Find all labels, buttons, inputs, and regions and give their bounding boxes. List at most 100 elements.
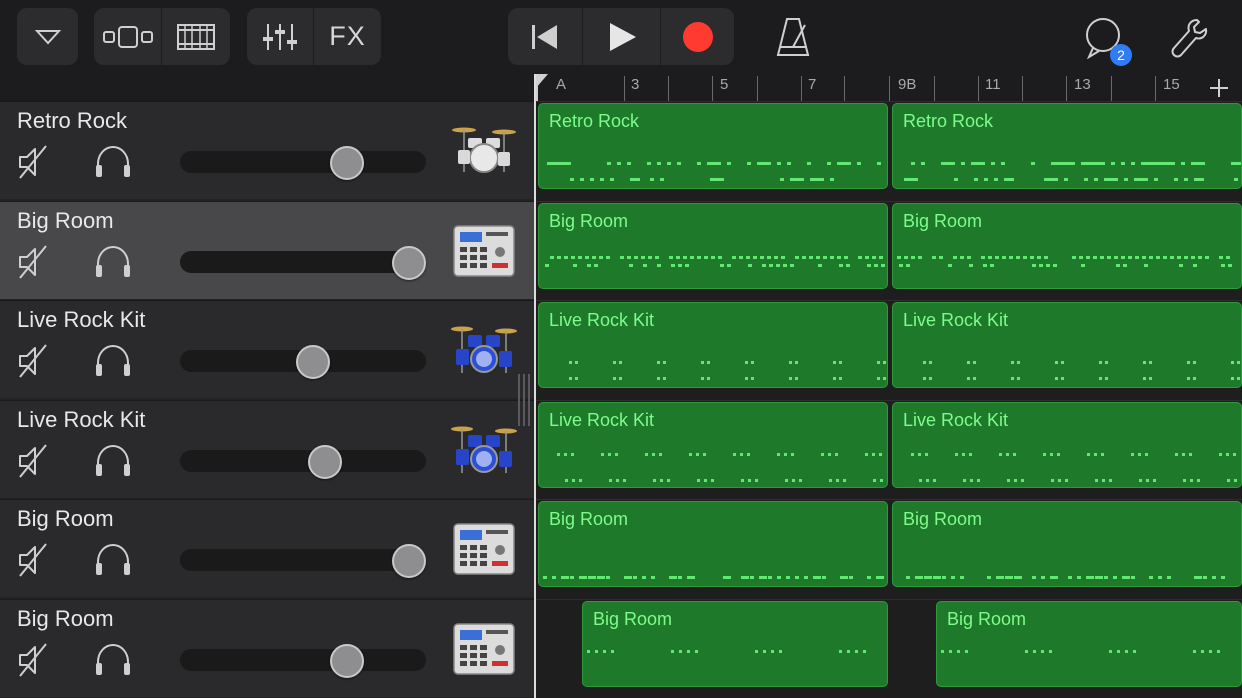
record-button[interactable]: [660, 8, 734, 65]
solo-button[interactable]: [94, 343, 132, 379]
region[interactable]: Big Room: [936, 601, 1242, 687]
track-lane[interactable]: Big Room Big Room: [536, 499, 1242, 597]
midi-note: [607, 162, 611, 165]
midi-note: [783, 264, 787, 267]
fx-button[interactable]: FX: [313, 8, 381, 65]
tracks-view-button[interactable]: [94, 8, 161, 65]
mute-button[interactable]: [16, 343, 50, 379]
volume-slider[interactable]: [180, 544, 426, 578]
midi-note: [906, 576, 910, 579]
track-header[interactable]: Live Rock Kit: [0, 300, 534, 398]
midi-note: [1104, 576, 1108, 579]
midi-note: [799, 479, 802, 482]
mixer-button[interactable]: [247, 8, 313, 65]
midi-note: [1068, 576, 1072, 579]
midi-note: [1102, 479, 1105, 482]
volume-slider-knob[interactable]: [392, 246, 426, 280]
midi-note: [564, 453, 567, 456]
settings-button[interactable]: [1166, 12, 1212, 62]
track-header[interactable]: Live Rock Kit: [0, 400, 534, 498]
midi-note: [1193, 650, 1196, 653]
track-header[interactable]: Big Room: [0, 499, 534, 597]
solo-button[interactable]: [94, 642, 132, 678]
volume-slider[interactable]: [180, 345, 426, 379]
solo-button[interactable]: [94, 244, 132, 280]
instrument-button[interactable]: [450, 618, 518, 680]
region[interactable]: Big Room: [582, 601, 888, 687]
track-lane[interactable]: Live Rock Kit Live Rock Kit: [536, 300, 1242, 398]
solo-button[interactable]: [94, 443, 132, 479]
metronome-button[interactable]: [770, 12, 816, 62]
region[interactable]: Live Rock Kit: [538, 402, 888, 488]
live-loops-button[interactable]: [161, 8, 230, 65]
region[interactable]: Big Room: [892, 501, 1242, 587]
midi-note: [1077, 576, 1081, 579]
midi-note: [651, 576, 655, 579]
midi-note: [1139, 479, 1142, 482]
volume-slider-knob[interactable]: [330, 146, 364, 180]
browser-button[interactable]: [17, 8, 78, 65]
midi-note: [751, 377, 754, 380]
track-lane[interactable]: Retro Rock Retro Rock: [536, 101, 1242, 199]
region[interactable]: Retro Rock: [892, 103, 1242, 189]
midi-note: [1189, 453, 1192, 456]
midi-note: [846, 264, 850, 267]
track-header[interactable]: Big Room: [0, 201, 534, 299]
midi-note: [609, 479, 612, 482]
mute-button[interactable]: [16, 144, 50, 180]
loop-browser-button[interactable]: 2: [1080, 12, 1132, 66]
midi-note: [1179, 264, 1183, 267]
resize-handle[interactable]: [518, 374, 530, 426]
midi-note: [678, 264, 682, 267]
region[interactable]: Live Rock Kit: [892, 402, 1242, 488]
midi-note: [865, 453, 868, 456]
tracks-area[interactable]: Retro Rock Retro Rock Big Room Big Room Live…: [536, 101, 1242, 698]
mute-button[interactable]: [16, 642, 50, 678]
region[interactable]: Big Room: [892, 203, 1242, 289]
midi-note: [1123, 264, 1127, 267]
mute-button[interactable]: [16, 244, 50, 280]
instrument-button[interactable]: [450, 518, 518, 580]
region[interactable]: Retro Rock: [538, 103, 888, 189]
playhead-marker[interactable]: [536, 74, 548, 101]
midi-note: [899, 264, 903, 267]
midi-note: [1044, 256, 1048, 259]
track-lane[interactable]: Big Room Big Room: [536, 599, 1242, 697]
midi-note: [611, 650, 614, 653]
rewind-button[interactable]: [508, 8, 582, 65]
mute-button[interactable]: [16, 443, 50, 479]
region[interactable]: Live Rock Kit: [538, 302, 888, 388]
midi-note: [1184, 178, 1188, 181]
track-lane[interactable]: Big Room Big Room: [536, 201, 1242, 299]
volume-slider-knob[interactable]: [392, 544, 426, 578]
region[interactable]: Big Room: [538, 203, 888, 289]
add-section-button[interactable]: [1206, 75, 1232, 101]
midi-note: [1004, 178, 1014, 181]
volume-slider[interactable]: [180, 146, 426, 180]
timeline-ruler[interactable]: A 3 5 7 9B 11 13 15: [536, 74, 1242, 101]
solo-button[interactable]: [94, 542, 132, 578]
track-header[interactable]: Big Room: [0, 599, 534, 697]
volume-slider[interactable]: [180, 246, 426, 280]
volume-slider-knob[interactable]: [308, 445, 342, 479]
track-header[interactable]: Retro Rock: [0, 101, 534, 199]
volume-slider[interactable]: [180, 644, 426, 678]
instrument-button[interactable]: [450, 419, 518, 481]
volume-slider-knob[interactable]: [330, 644, 364, 678]
volume-slider-knob[interactable]: [296, 345, 330, 379]
track-lane[interactable]: Live Rock Kit Live Rock Kit: [536, 400, 1242, 498]
mute-button[interactable]: [16, 542, 50, 578]
volume-slider[interactable]: [180, 445, 426, 479]
region[interactable]: Big Room: [538, 501, 888, 587]
transport-controls: [508, 8, 734, 65]
solo-button[interactable]: [94, 144, 132, 180]
midi-note: [960, 576, 964, 579]
instrument-button[interactable]: [450, 220, 518, 282]
region[interactable]: Live Rock Kit: [892, 302, 1242, 388]
midi-note: [1174, 178, 1178, 181]
play-button[interactable]: [582, 8, 660, 65]
instrument-button[interactable]: [450, 120, 518, 182]
instrument-button[interactable]: [450, 319, 518, 381]
midi-note: [620, 256, 624, 259]
midi-note: [969, 264, 973, 267]
